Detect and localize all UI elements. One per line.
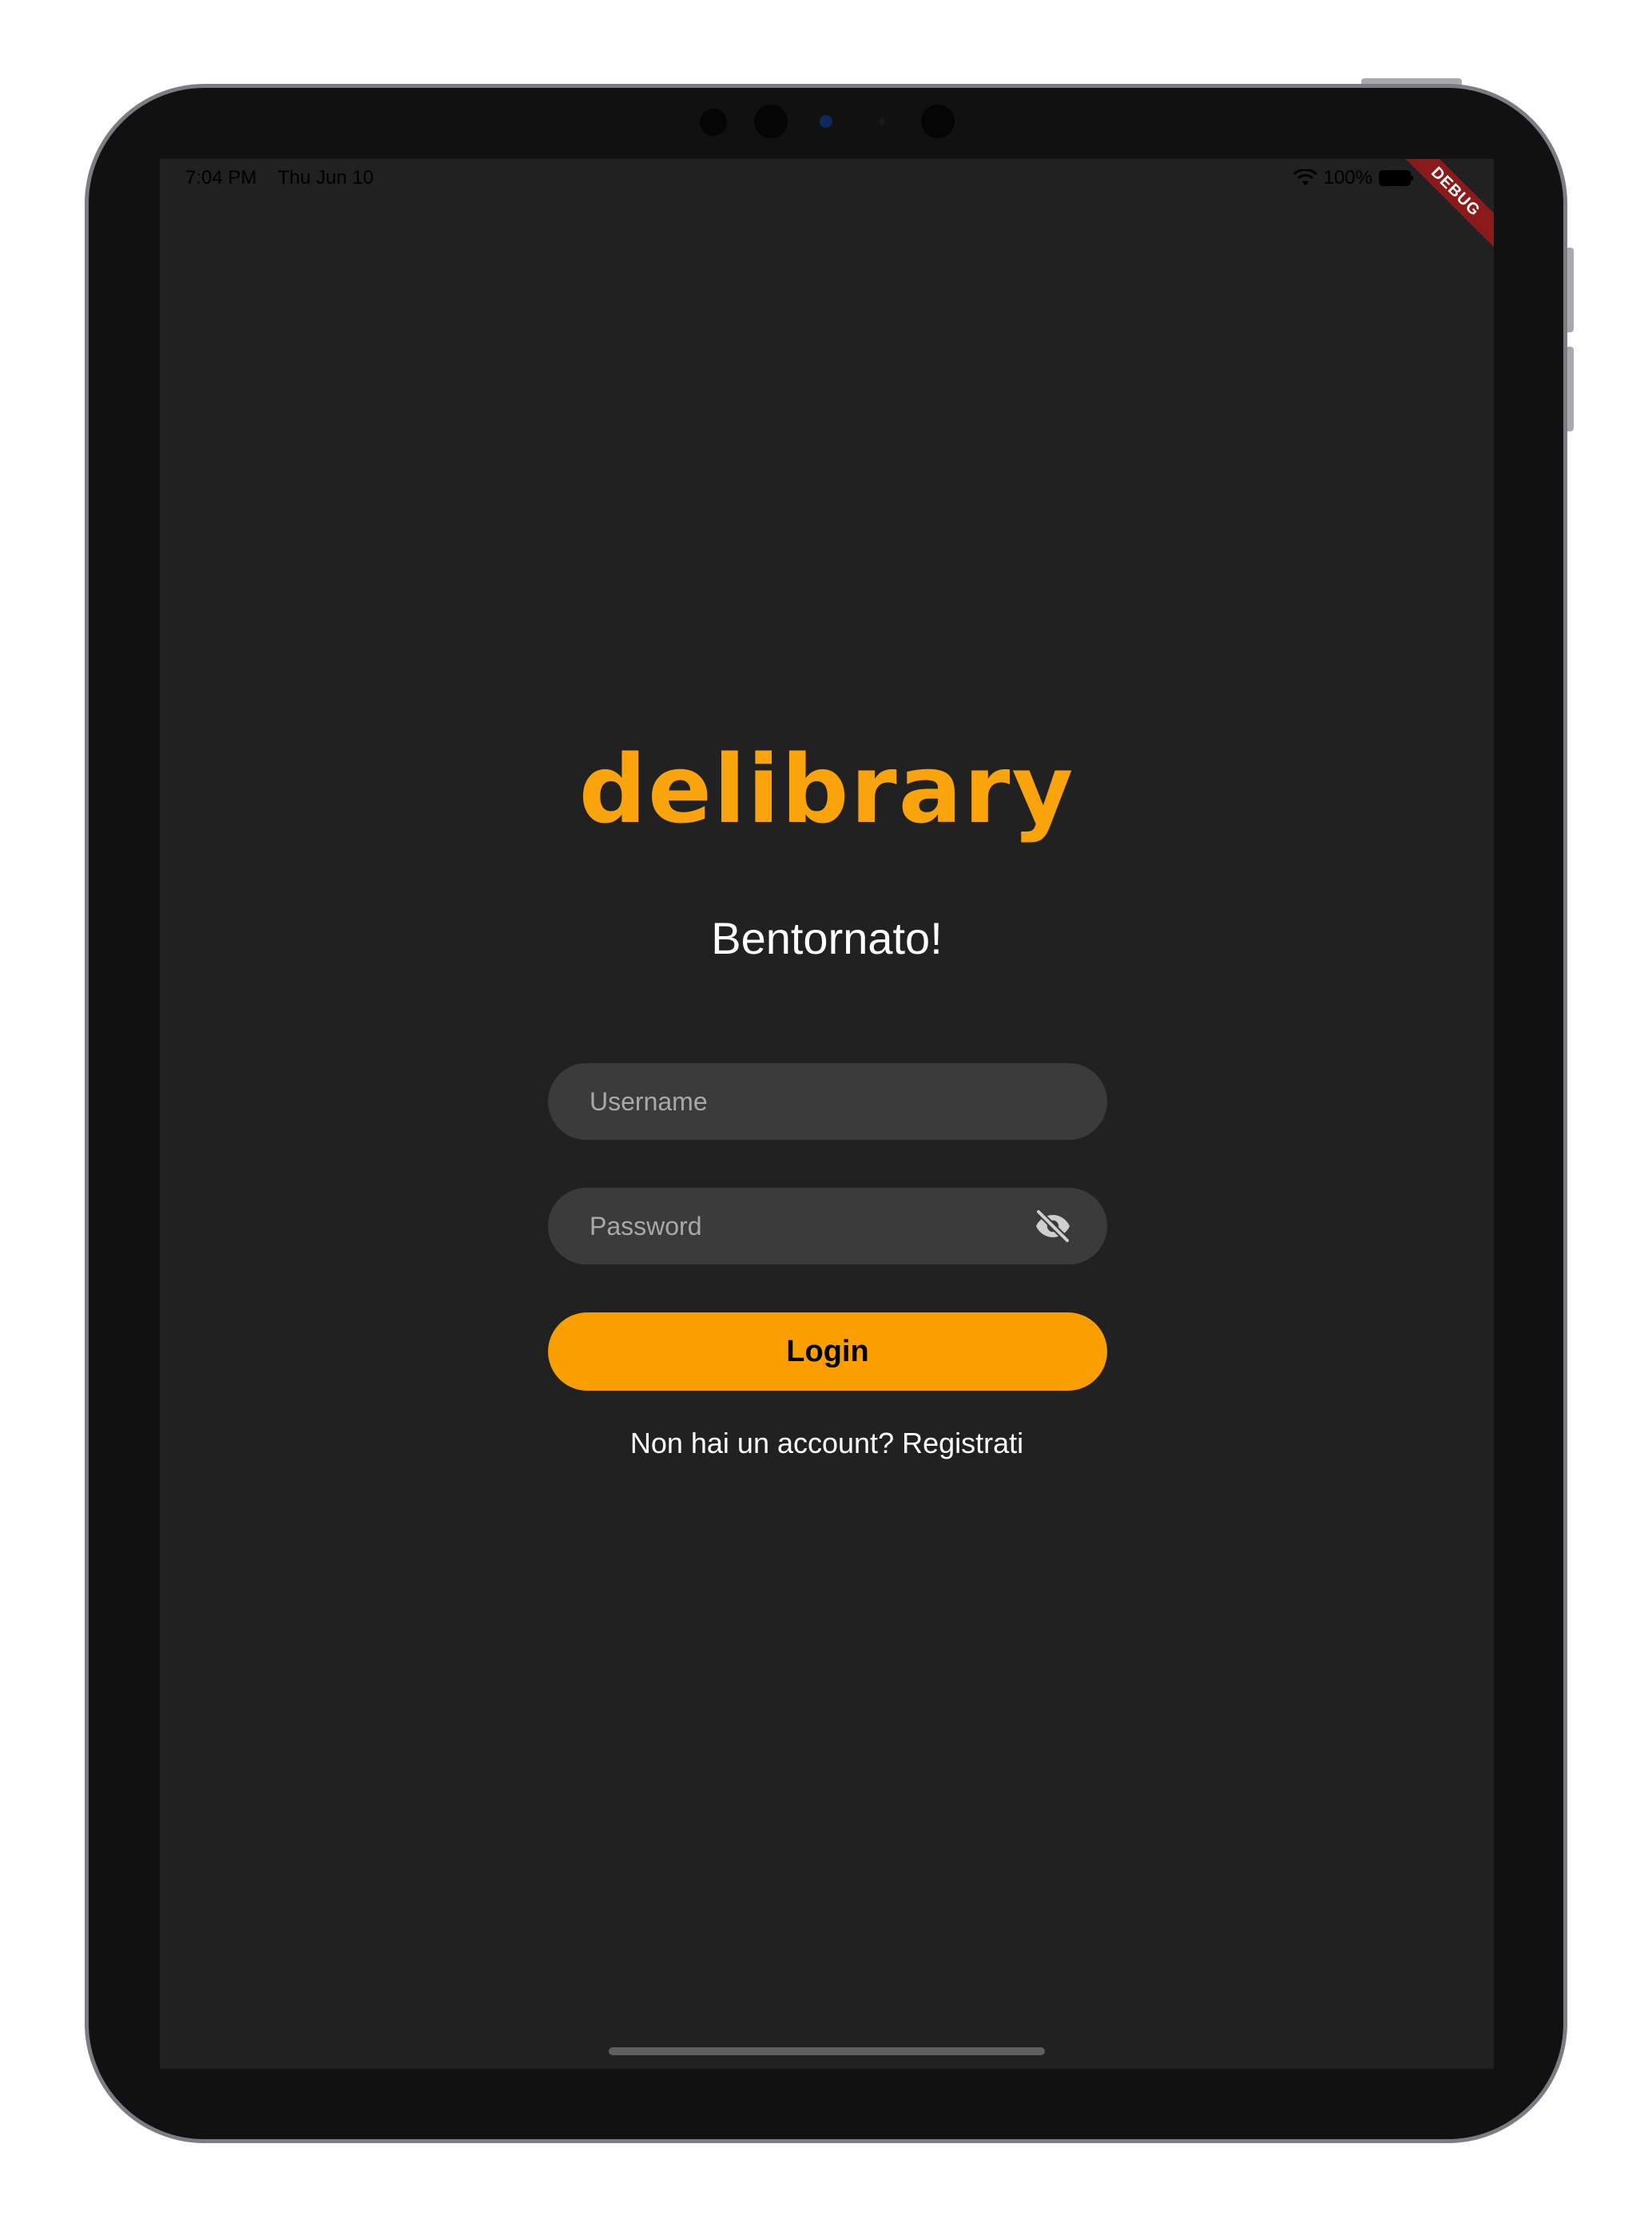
login-button[interactable]: Login — [548, 1312, 1107, 1391]
battery-percent: 100% — [1323, 167, 1372, 189]
camera-sensor-icon — [700, 109, 727, 136]
status-date: Thu Jun 10 — [277, 167, 374, 189]
camera-flash-icon — [879, 118, 885, 125]
welcome-heading: Bentornato! — [711, 913, 943, 963]
status-time: 7:04 PM — [185, 167, 257, 189]
status-bar-left: 7:04 PM Thu Jun 10 — [185, 167, 374, 189]
camera-sensor-2-icon — [921, 105, 955, 138]
battery-icon — [1379, 170, 1413, 186]
register-link[interactable]: Non hai un account? Registrati — [160, 1427, 1494, 1460]
camera-lens-icon — [754, 105, 788, 138]
eye-off-icon[interactable] — [1034, 1207, 1072, 1245]
camera-dot-icon — [820, 115, 832, 128]
app-logo: delibrary — [578, 734, 1075, 844]
home-indicator[interactable] — [609, 2047, 1045, 2055]
password-input[interactable] — [588, 1210, 1034, 1242]
username-input[interactable] — [588, 1086, 1067, 1117]
status-bar-right: 100% — [1293, 167, 1414, 189]
username-field[interactable] — [548, 1063, 1107, 1140]
password-field[interactable] — [548, 1188, 1107, 1264]
app-screen: 7:04 PM Thu Jun 10 100% DEBUG delibrary … — [160, 159, 1494, 2069]
wifi-icon — [1293, 169, 1317, 185]
